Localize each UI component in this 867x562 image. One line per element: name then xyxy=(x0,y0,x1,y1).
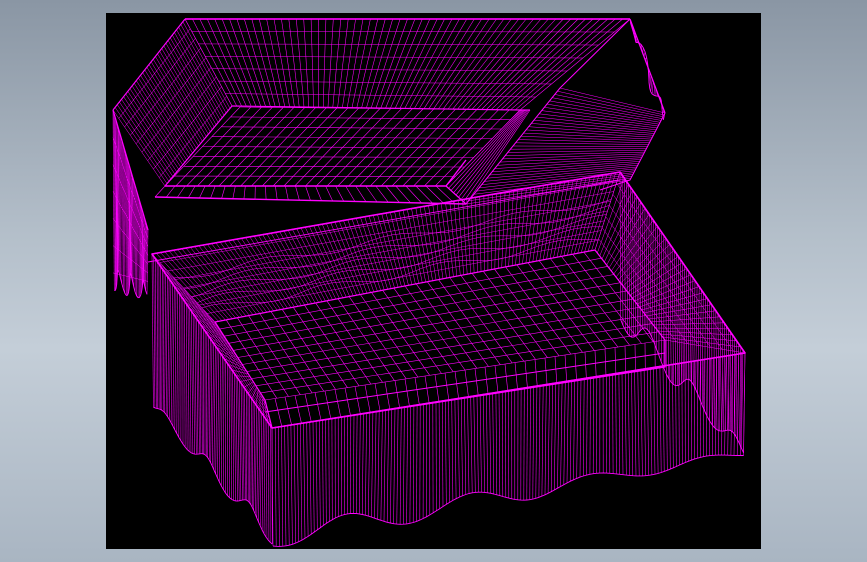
cad-viewport[interactable] xyxy=(106,13,761,549)
wireframe-render xyxy=(112,18,746,547)
lower-tray-mesh xyxy=(147,171,746,547)
